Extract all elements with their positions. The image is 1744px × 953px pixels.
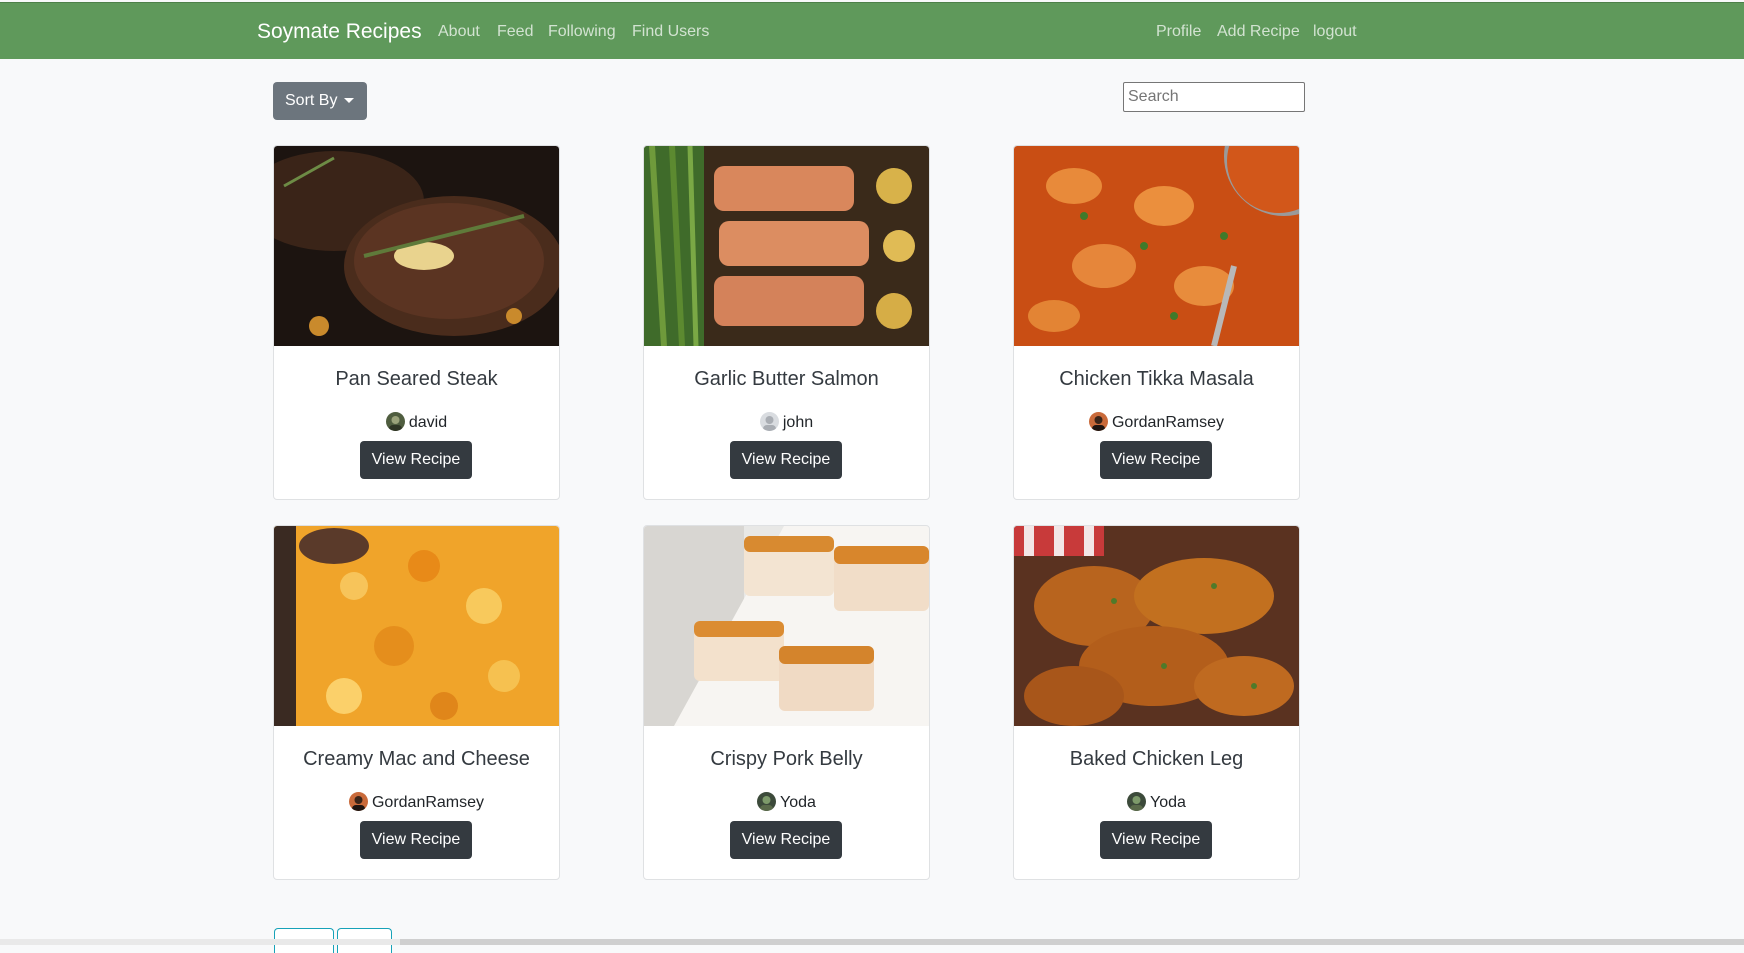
recipe-author[interactable]: david xyxy=(274,412,559,432)
sort-by-dropdown-button[interactable]: Sort By xyxy=(273,82,367,120)
recipe-card: Baked Chicken Leg Yoda View Recipe xyxy=(1013,525,1300,880)
author-name: Yoda xyxy=(1150,794,1186,811)
recipe-card: Chicken Tikka Masala GordanRamsey View R… xyxy=(1013,145,1300,500)
sort-by-label: Sort By xyxy=(285,92,338,109)
caret-down-icon xyxy=(344,98,354,103)
recipe-author[interactable]: GordanRamsey xyxy=(1014,412,1299,432)
recipe-image-tikka-masala[interactable] xyxy=(1014,146,1299,346)
recipe-card: Garlic Butter Salmon john View Recipe xyxy=(643,145,930,500)
nav-link-feed[interactable]: Feed xyxy=(497,23,533,41)
avatar xyxy=(1127,792,1147,811)
view-recipe-button[interactable]: View Recipe xyxy=(360,441,472,479)
recipe-image-mac-and-cheese[interactable] xyxy=(274,526,559,726)
nav-link-find-users[interactable]: Find Users xyxy=(632,23,709,41)
scrollbar-thumb[interactable] xyxy=(400,939,1744,945)
recipe-card: Creamy Mac and Cheese GordanRamsey View … xyxy=(273,525,560,880)
recipe-image-pork-belly[interactable] xyxy=(644,526,929,726)
nav-link-profile[interactable]: Profile xyxy=(1156,23,1201,41)
nav-link-about[interactable]: About xyxy=(438,23,480,41)
avatar xyxy=(759,412,779,431)
recipe-title: Baked Chicken Leg xyxy=(1069,748,1244,770)
author-name: david xyxy=(408,414,448,431)
avatar xyxy=(1088,412,1108,431)
view-recipe-button[interactable]: View Recipe xyxy=(1100,441,1212,479)
avatar xyxy=(348,792,368,811)
recipe-image-chicken-leg[interactable] xyxy=(1014,526,1299,726)
view-recipe-button[interactable]: View Recipe xyxy=(1100,821,1212,859)
recipe-title: Crispy Pork Belly xyxy=(710,748,863,770)
recipe-image-salmon[interactable] xyxy=(644,146,929,346)
author-name: GordanRamsey xyxy=(1111,414,1225,431)
navbar: Soymate Recipes About Feed Following Fin… xyxy=(0,2,1744,59)
recipe-author[interactable]: john xyxy=(644,412,929,432)
recipe-card: Crispy Pork Belly Yoda View Recipe xyxy=(643,525,930,880)
view-recipe-button[interactable]: View Recipe xyxy=(360,821,472,859)
recipe-author[interactable]: Yoda xyxy=(1014,792,1299,812)
horizontal-scrollbar[interactable] xyxy=(0,939,1744,945)
recipe-title: Pan Seared Steak xyxy=(335,368,498,390)
view-recipe-button[interactable]: View Recipe xyxy=(730,821,842,859)
recipe-author[interactable]: GordanRamsey xyxy=(274,792,559,812)
search-input[interactable] xyxy=(1123,82,1305,112)
recipe-title: Garlic Butter Salmon xyxy=(694,368,879,390)
recipe-author[interactable]: Yoda xyxy=(644,792,929,812)
recipe-title: Creamy Mac and Cheese xyxy=(303,748,530,770)
nav-link-following[interactable]: Following xyxy=(548,23,616,41)
brand-logo-text[interactable]: Soymate Recipes xyxy=(257,20,422,44)
avatar xyxy=(757,792,777,811)
view-recipe-button[interactable]: View Recipe xyxy=(730,441,842,479)
nav-link-logout[interactable]: logout xyxy=(1313,23,1357,41)
recipe-title: Chicken Tikka Masala xyxy=(1059,368,1254,390)
author-name: john xyxy=(782,414,814,431)
avatar xyxy=(385,412,405,431)
author-name: GordanRamsey xyxy=(371,794,485,811)
recipe-card: Pan Seared Steak david View Recipe xyxy=(273,145,560,500)
author-name: Yoda xyxy=(780,794,816,811)
recipe-image-steak[interactable] xyxy=(274,146,559,346)
nav-link-add-recipe[interactable]: Add Recipe xyxy=(1217,23,1300,41)
